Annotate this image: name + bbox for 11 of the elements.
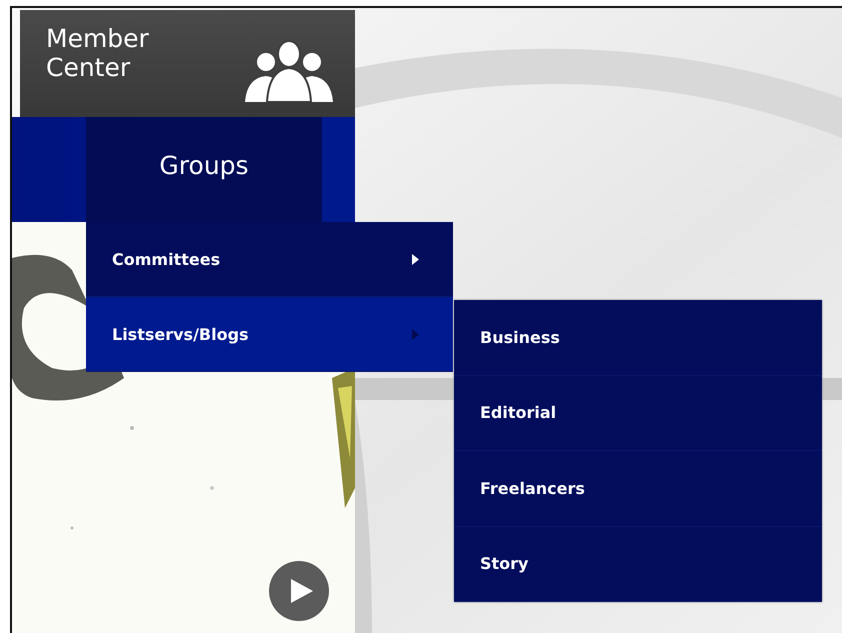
menu-item[interactable]: Committees [86, 222, 453, 297]
nav-tab[interactable]: Groups [86, 117, 322, 222]
menu-item[interactable]: Editorial [454, 376, 822, 451]
menu-item[interactable]: Story [454, 526, 822, 602]
play-icon [290, 579, 312, 603]
people-icon [243, 40, 335, 102]
member-center-title: Member Center [46, 24, 150, 82]
menu-item[interactable]: Listservs/Blogs [86, 297, 453, 372]
menu-item[interactable]: Business [454, 300, 822, 376]
member-center-tile[interactable]: Member Center [20, 10, 355, 117]
menu-item[interactable]: Freelancers [454, 451, 822, 526]
